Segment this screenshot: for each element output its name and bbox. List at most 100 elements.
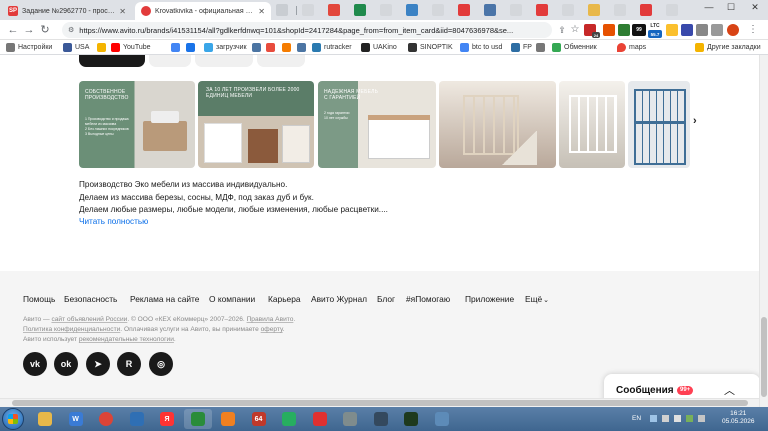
bookmark-facebook[interactable] (186, 42, 198, 53)
footer-link-careers[interactable]: Карьера (268, 294, 301, 304)
network-icon[interactable] (662, 415, 669, 422)
site-info-icon[interactable]: ⚙ (68, 26, 74, 34)
bookmark-usa[interactable]: USA (63, 42, 89, 53)
link-offer[interactable]: оферту (261, 326, 283, 333)
bookmark-f[interactable] (282, 42, 294, 53)
maximize-icon[interactable]: ☐ (722, 2, 740, 13)
vk-icon[interactable]: vk (23, 352, 47, 376)
footer-link-security[interactable]: Безопасность (64, 294, 117, 304)
taskbar-app-folder[interactable] (31, 409, 59, 429)
product-photo[interactable] (439, 81, 556, 168)
taskbar-app-opera[interactable] (306, 409, 334, 429)
read-more-link[interactable]: Читать полностью (79, 217, 148, 226)
taskbar-app-monitor[interactable] (183, 409, 212, 429)
close-tab-icon[interactable]: ✕ (119, 7, 126, 16)
address-bar[interactable]: ⚙ https://www.avito.ru/brands/i41531154/… (62, 22, 552, 38)
bookmark-other[interactable]: Другие закладки (695, 42, 761, 53)
bookmark-downloader[interactable]: загрузчик (204, 42, 247, 53)
footer-link-blog[interactable]: Блог (377, 294, 395, 304)
taskbar-app-chrome[interactable] (92, 409, 120, 429)
tab-favicon-icon[interactable] (328, 4, 340, 16)
bookmark-youtube[interactable]: YouTube (111, 42, 151, 53)
bookmark-google[interactable] (97, 42, 109, 53)
footer-link-app[interactable]: Приложение (465, 294, 514, 304)
tab-favicon-icon[interactable] (276, 4, 288, 16)
profile-avatar[interactable] (727, 24, 739, 36)
taskbar-app-app-gray[interactable] (336, 409, 364, 429)
bookmark-google-2[interactable] (171, 42, 183, 53)
close-tab-icon[interactable]: ✕ (258, 7, 265, 16)
footer-link-about[interactable]: О компании (209, 294, 255, 304)
taskbar-app-charts[interactable] (275, 409, 303, 429)
footer-link-ads[interactable]: Реклама на сайте (130, 294, 199, 304)
tab-favicon-icon[interactable] (614, 4, 626, 16)
reading-list-icon[interactable] (711, 24, 723, 36)
taskbar-app-app-dark[interactable] (367, 409, 395, 429)
bookmark-exchanger[interactable]: Обменник (552, 42, 597, 53)
tab-favicon-icon[interactable] (640, 4, 652, 16)
tab-favicon-icon[interactable] (536, 4, 548, 16)
brand-banner[interactable]: Собственное производство 1 Производство … (79, 81, 195, 168)
tab-favicon-icon[interactable] (458, 4, 470, 16)
link-rules[interactable]: Правила Авито (247, 316, 294, 323)
tray-arrow-icon[interactable] (650, 415, 657, 422)
bookmark-vk[interactable] (252, 42, 264, 53)
language-indicator[interactable]: EN (632, 415, 641, 422)
tab-task[interactable]: SP Задание №2962770 - просмотр з ✕ (2, 2, 132, 20)
footer-link-help[interactable]: Помощь (23, 294, 55, 304)
tab-favicon-icon[interactable] (562, 4, 574, 16)
minimize-icon[interactable]: — (700, 2, 718, 12)
volume-icon[interactable] (674, 415, 681, 422)
extension-icon[interactable] (666, 24, 678, 36)
link-recommendation-tech[interactable]: рекомендательные технологии (79, 336, 174, 343)
back-arrow-icon[interactable]: ← (6, 23, 20, 37)
footer-link-more[interactable]: Ещё⌄ (525, 294, 549, 304)
horizontal-scrollbar[interactable] (0, 398, 759, 407)
tab-favicon-icon[interactable] (484, 4, 496, 16)
link-classifieds[interactable]: сайт объявлений России (51, 316, 127, 323)
extension-cpu-icon[interactable]: 99 (632, 24, 646, 36)
rutube-icon[interactable]: R (117, 352, 141, 376)
taskbar-app-yandex[interactable]: Я (153, 409, 181, 429)
extension-icon[interactable] (603, 24, 615, 36)
dzen-icon[interactable]: ◎ (149, 352, 173, 376)
bookmark-mail[interactable] (266, 42, 278, 53)
bookmark-rutracker[interactable]: rutracker (312, 42, 352, 53)
forward-arrow-icon[interactable]: → (22, 23, 36, 37)
telegram-icon[interactable]: ➤ (86, 352, 110, 376)
link-privacy[interactable]: Политика конфиденциальности (23, 326, 120, 333)
tab-favicon-icon[interactable] (354, 4, 366, 16)
taskbar-app-wm[interactable]: W (62, 409, 90, 429)
bookmark-uakino[interactable]: UAKino (361, 42, 397, 53)
tab-krovatkivika[interactable]: Krovatkivika - официальная стра ✕ (135, 2, 271, 20)
tray-app-icon[interactable] (686, 415, 693, 422)
tab-favicon-icon[interactable] (432, 4, 444, 16)
scrollbar-thumb[interactable] (12, 400, 748, 406)
footer-link-journal[interactable]: Авито Журнал (311, 294, 367, 304)
tab-favicon-icon[interactable] (666, 4, 678, 16)
brand-banner[interactable]: За 10 лет произвели более 2000 единиц ме… (198, 81, 314, 168)
tab-pill[interactable] (149, 55, 191, 67)
tab-favicon-icon[interactable] (302, 4, 314, 16)
tab-favicon-icon[interactable] (380, 4, 392, 16)
menu-icon[interactable]: ⋮ (746, 23, 760, 37)
footer-link-ihelp[interactable]: #яПомогаю (406, 294, 450, 304)
bookmark-vk-2[interactable] (297, 42, 309, 53)
share-icon[interactable]: ⇪ (555, 23, 569, 37)
taskbar-app-aida[interactable]: 64 (245, 409, 273, 429)
bookmark-btc[interactable]: btc to usd (460, 42, 502, 53)
clock[interactable]: 16:21 05.05.2026 (722, 410, 755, 426)
tray-app-icon[interactable] (698, 415, 705, 422)
bookmark-maps[interactable]: maps (617, 42, 646, 53)
close-window-icon[interactable]: ✕ (746, 2, 764, 13)
scrollbar-thumb[interactable] (761, 317, 767, 397)
product-photo[interactable] (559, 81, 625, 168)
extension-icon[interactable] (681, 24, 693, 36)
taskbar-app-window[interactable] (428, 409, 456, 429)
chevron-up-icon[interactable]: ︿ (724, 382, 735, 398)
taskbar-app-cmd[interactable] (397, 409, 425, 429)
tab-pill[interactable] (195, 55, 253, 67)
tab-pill[interactable] (257, 55, 305, 67)
taskbar-app-network[interactable] (123, 409, 151, 429)
chevron-right-icon[interactable]: › (693, 115, 697, 127)
